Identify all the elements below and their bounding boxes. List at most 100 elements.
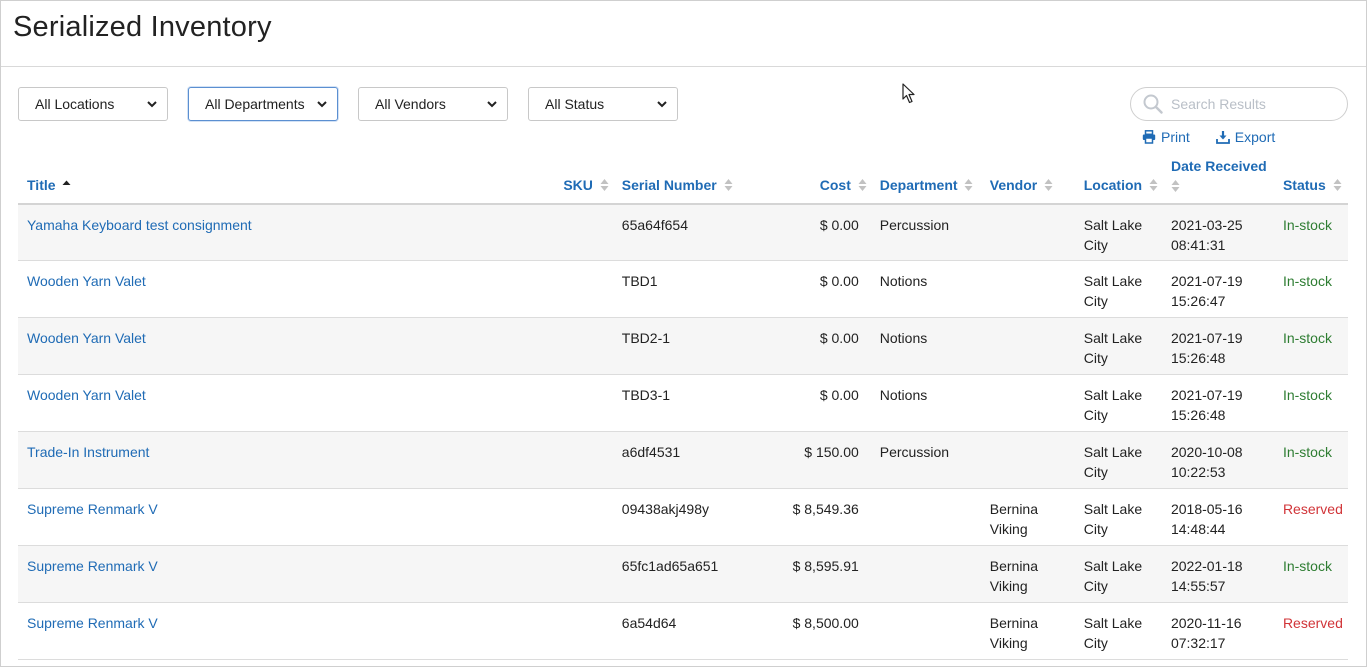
cell-serial-number: TBD3-1 [612, 374, 763, 433]
cell-location: Salt Lake City [1074, 374, 1162, 433]
page-header: Serialized Inventory [1, 1, 1366, 67]
cell-vendor [980, 317, 1075, 376]
vendors-filter-select[interactable]: All Vendors [358, 87, 508, 121]
table-row: Yamaha Keyboard test consignment 65a64f6… [18, 203, 1348, 262]
cell-location: Salt Lake City [1074, 317, 1162, 376]
cell-date-received: 2020-10-08 10:22:53 [1161, 431, 1274, 490]
cell-location: Salt Lake City [1074, 488, 1162, 547]
locations-filter-select[interactable]: All Locations [18, 87, 168, 121]
export-label: Export [1234, 129, 1276, 145]
cell-location: Salt Lake City [1074, 602, 1162, 661]
chevron-down-icon [147, 101, 157, 108]
column-header-date-received[interactable]: Date Received [1161, 157, 1274, 205]
cell-title: Supreme Renmark V [18, 602, 550, 661]
page-title: Serialized Inventory [13, 11, 272, 43]
cell-status: Reserved [1273, 488, 1348, 547]
column-header-vendor[interactable]: Vendor [980, 157, 1075, 205]
page-frame: Serialized Inventory All Locations All D… [0, 0, 1367, 667]
sort-icon [858, 178, 867, 191]
column-header-status[interactable]: Status [1273, 157, 1348, 205]
cell-location: Salt Lake City [1074, 203, 1162, 262]
column-header-title[interactable]: Title [18, 157, 550, 205]
cell-department [870, 545, 981, 604]
table-row: Wooden Yarn Valet TBD3-1 $ 0.00 Notions … [18, 374, 1348, 433]
cell-department: Notions [870, 317, 981, 376]
cell-title: Supreme Renmark V [18, 488, 550, 547]
cell-cost: $ 0.00 [762, 203, 871, 262]
cell-cost: $ 8,549.36 [762, 488, 871, 547]
cell-sku [549, 317, 613, 376]
print-button[interactable]: Print [1142, 129, 1190, 145]
cell-vendor [980, 203, 1075, 262]
cell-sku [549, 488, 613, 547]
chevron-down-icon [487, 101, 497, 108]
item-title-link[interactable]: Supreme Renmark V [27, 558, 158, 574]
cell-sku [549, 545, 613, 604]
item-title-link[interactable]: Wooden Yarn Valet [27, 273, 146, 289]
download-icon [1215, 131, 1230, 144]
table-row: Wooden Yarn Valet TBD2-1 $ 0.00 Notions … [18, 317, 1348, 376]
table-row: Wooden Yarn Valet TBD1 $ 0.00 Notions Sa… [18, 260, 1348, 319]
printer-icon [1142, 130, 1156, 144]
status-filter-select[interactable]: All Status [528, 87, 678, 121]
cell-title: Wooden Yarn Valet [18, 317, 550, 376]
cell-date-received: 2021-07-19 15:26:47 [1161, 260, 1274, 319]
column-header-serial-number[interactable]: Serial Number [612, 157, 763, 205]
cell-vendor [980, 374, 1075, 433]
cell-status: In-stock [1273, 203, 1348, 262]
table-body: Yamaha Keyboard test consignment 65a64f6… [18, 203, 1348, 661]
cell-status: In-stock [1273, 317, 1348, 376]
column-header-department[interactable]: Department [870, 157, 981, 205]
column-header-cost[interactable]: Cost [762, 157, 871, 205]
cell-title: Yamaha Keyboard test consignment [18, 203, 550, 262]
search-input[interactable] [1171, 96, 1341, 112]
cell-status: Reserved [1273, 602, 1348, 661]
cell-department: Percussion [870, 203, 981, 262]
item-title-link[interactable]: Wooden Yarn Valet [27, 330, 146, 346]
column-header-location[interactable]: Location [1074, 157, 1162, 205]
cell-sku [549, 602, 613, 661]
item-title-link[interactable]: Trade-In Instrument [27, 444, 149, 460]
status-filter-value: All Status [545, 96, 605, 112]
cell-department [870, 602, 981, 661]
cell-sku [549, 374, 613, 433]
cell-vendor: Bernina Viking [980, 545, 1075, 604]
cell-serial-number: 65a64f654 [612, 203, 763, 262]
item-title-link[interactable]: Supreme Renmark V [27, 501, 158, 517]
chevron-down-icon [317, 101, 327, 108]
filter-bar: All Locations All Departments All Vendor… [18, 87, 678, 121]
table-header-row: Title SKU Serial Number Cost Department [18, 157, 1348, 205]
sort-icon [1333, 178, 1342, 191]
chevron-down-icon [657, 101, 667, 108]
table-actions: Print Export [1142, 129, 1275, 145]
sort-icon [600, 178, 609, 191]
cell-status: In-stock [1273, 260, 1348, 319]
cell-department [870, 488, 981, 547]
departments-filter-select[interactable]: All Departments [188, 87, 338, 121]
export-button[interactable]: Export [1215, 129, 1276, 145]
item-title-link[interactable]: Supreme Renmark V [27, 615, 158, 631]
cell-title: Supreme Renmark V [18, 545, 550, 604]
cell-vendor [980, 260, 1075, 319]
cell-status: In-stock [1273, 545, 1348, 604]
cell-date-received: 2020-11-16 07:32:17 [1161, 602, 1274, 661]
table-row: Trade-In Instrument a6df4531 $ 150.00 Pe… [18, 431, 1348, 490]
item-title-link[interactable]: Yamaha Keyboard test consignment [27, 217, 252, 233]
cell-title: Trade-In Instrument [18, 431, 550, 490]
search-box[interactable] [1130, 87, 1348, 121]
search-icon [1143, 94, 1163, 114]
print-label: Print [1161, 129, 1190, 145]
column-header-sku[interactable]: SKU [549, 157, 613, 205]
sort-icon [964, 178, 973, 191]
cell-department: Notions [870, 260, 981, 319]
cell-department: Percussion [870, 431, 981, 490]
cell-location: Salt Lake City [1074, 545, 1162, 604]
cell-date-received: 2021-07-19 15:26:48 [1161, 374, 1274, 433]
mouse-cursor-icon [902, 83, 915, 104]
cell-serial-number: 65fc1ad65a651 [612, 545, 763, 604]
cell-status: In-stock [1273, 374, 1348, 433]
cell-location: Salt Lake City [1074, 260, 1162, 319]
sort-icon [724, 178, 733, 191]
item-title-link[interactable]: Wooden Yarn Valet [27, 387, 146, 403]
cell-cost: $ 8,595.91 [762, 545, 871, 604]
